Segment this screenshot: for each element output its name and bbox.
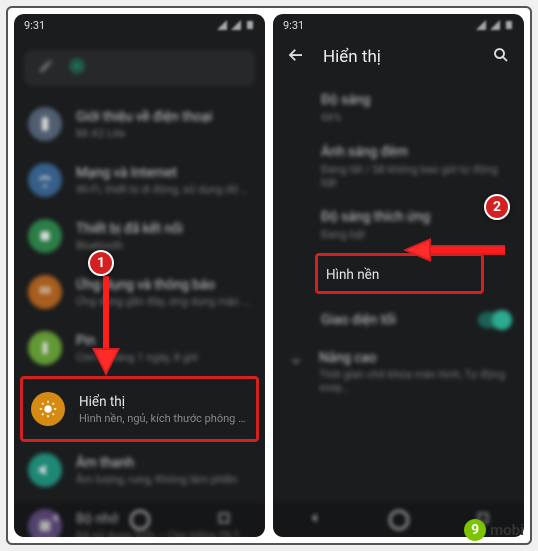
- setting-sub: Thời gian chờ khóa màn hình, Tự động xoa…: [319, 368, 510, 394]
- row-connected-devices[interactable]: Thiết bị đã kết nối Bluetooth: [14, 208, 265, 264]
- row-network[interactable]: Mạng và Internet Wi-Fi, thiết bị di động…: [14, 152, 265, 208]
- settings-header-hint: [14, 36, 265, 46]
- setting-sub: Đang tắt / Sẽ không bao giờ tự động bật: [321, 163, 510, 189]
- back-icon[interactable]: [287, 46, 305, 68]
- row-sub: Bluetooth: [76, 239, 183, 252]
- apps-icon: [28, 275, 62, 309]
- row-battery[interactable]: Pin Còn khoảng 1 ngày, 8 giờ: [14, 320, 265, 376]
- toggle-on-icon[interactable]: [478, 312, 510, 328]
- nav-home-icon[interactable]: [130, 510, 150, 530]
- nav-home-icon[interactable]: [389, 510, 409, 530]
- watermark-badge: 9: [464, 519, 486, 541]
- quick-settings-row[interactable]: [24, 50, 255, 86]
- setting-title: Độ sáng thích ứng: [321, 209, 510, 225]
- status-time: 9:31: [283, 19, 304, 32]
- setting-brightness[interactable]: Độ sáng 66%: [321, 82, 524, 134]
- setting-title: Độ sáng: [321, 92, 510, 108]
- row-title: Giới thiệu về điện thoại: [76, 109, 212, 125]
- callout-badge-1: 1: [88, 250, 114, 276]
- row-sub: Wi-Fi, thiết bị di động, sử dụng dữ liệu…: [76, 183, 251, 196]
- wifi-icon: [28, 163, 62, 197]
- bluetooth-icon: [28, 219, 62, 253]
- phone-info-icon: [28, 107, 62, 141]
- search-icon[interactable]: [492, 46, 510, 68]
- chevron-down-icon: [287, 353, 305, 372]
- display-settings-list: Độ sáng 66% Ánh sáng đêm Đang tắt / Sẽ k…: [273, 76, 524, 251]
- row-sound[interactable]: Âm thanh Âm lượng, rung, Không làm phiền: [14, 442, 265, 498]
- status-icons: [217, 20, 255, 30]
- status-bar: 9:31: [14, 14, 265, 36]
- watermark-text: mobi: [490, 521, 524, 539]
- nav-recents-icon[interactable]: [215, 509, 233, 531]
- android-nav-bar: [14, 503, 265, 537]
- row-sub: Âm lượng, rung, Không làm phiền: [76, 473, 237, 486]
- arrow-left-to-wallpaper: [399, 232, 509, 268]
- status-icons: [476, 20, 514, 30]
- phone-left-settings: 9:31 Giới thiệu về điện thoại: [14, 14, 265, 537]
- sound-icon: [28, 453, 62, 487]
- row-about-phone[interactable]: Giới thiệu về điện thoại Mi A2 Lite: [14, 96, 265, 152]
- setting-dark-theme[interactable]: Giao diện tối: [321, 302, 524, 338]
- settings-list: Giới thiệu về điện thoại Mi A2 Lite Mạng…: [14, 96, 265, 537]
- watermark-9mobi: 9 mobi: [464, 519, 524, 541]
- setting-title: Giao diện tối: [321, 312, 396, 328]
- row-title: Mạng và Internet: [76, 165, 251, 181]
- display-settings-list-2: Giao diện tối: [273, 296, 524, 338]
- setting-wallpaper[interactable]: Hình nền: [326, 267, 379, 283]
- appbar-title: Hiển thị: [323, 47, 474, 67]
- setting-sub: 66%: [321, 111, 510, 124]
- row-display[interactable]: Hiển thị Hình nền, ngủ, kích thước phông…: [23, 381, 256, 437]
- row-apps-notifications[interactable]: Ứng dụng và thông báo Ứng dụng gần đây, …: [14, 264, 265, 320]
- setting-advanced[interactable]: Nâng cao Thời gian chờ khóa màn hình, Tự…: [273, 338, 524, 394]
- setting-title: Ánh sáng đêm: [321, 144, 510, 160]
- row-title: Thiết bị đã kết nối: [76, 221, 183, 237]
- nav-back-icon[interactable]: [306, 509, 324, 531]
- nav-back-icon[interactable]: [47, 509, 65, 531]
- callout-badge-2: 2: [484, 194, 510, 220]
- status-bar: 9:31: [273, 14, 524, 36]
- row-sub: Hình nền, ngủ, kích thước phông chữ: [79, 412, 248, 425]
- setting-night-light[interactable]: Ánh sáng đêm Đang tắt / Sẽ không bao giờ…: [321, 134, 524, 199]
- battery-icon: [28, 331, 62, 365]
- row-sub: Mi A2 Lite: [76, 127, 212, 140]
- row-title: Âm thanh: [76, 455, 237, 471]
- setting-title: Nâng cao: [319, 350, 510, 366]
- edit-icon: [38, 58, 54, 78]
- arrow-down-to-display: [86, 272, 126, 382]
- app-bar: Hiển thị: [273, 36, 524, 76]
- phone-right-display-settings: 9:31 Hiển thị Độ sáng 66% Ánh sáng đêm: [273, 14, 524, 537]
- dnd-icon: [68, 57, 86, 79]
- display-icon: [31, 392, 65, 426]
- highlight-display-row: Hiển thị Hình nền, ngủ, kích thước phông…: [20, 376, 259, 442]
- row-title: Hiển thị: [79, 394, 248, 410]
- status-time: 9:31: [24, 19, 45, 32]
